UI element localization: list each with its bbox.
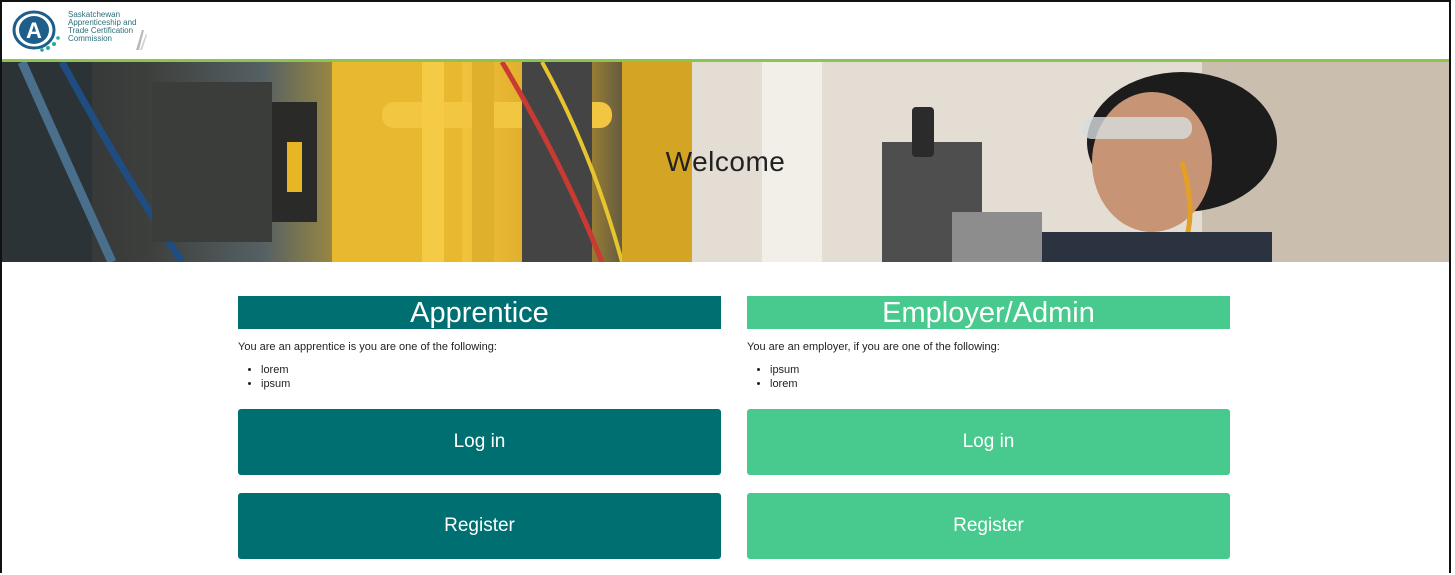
employer-login-button[interactable]: Log in <box>747 409 1230 475</box>
apprentice-criteria-list: lorem ipsum <box>238 363 721 391</box>
employer-card: Employer/Admin You are an employer, if y… <box>747 296 1230 559</box>
apprentice-title: Apprentice <box>238 296 721 329</box>
page-frame: A Saskatchewan Apprenticeship and Trade … <box>0 0 1451 573</box>
apprentice-card: Apprentice You are an apprentice is you … <box>238 296 721 559</box>
logo-emblem-icon: A <box>12 10 60 52</box>
list-item: ipsum <box>261 377 721 391</box>
list-item: ipsum <box>770 363 1230 377</box>
apprentice-login-button[interactable]: Log in <box>238 409 721 475</box>
employer-description: You are an employer, if you are one of t… <box>747 341 1000 353</box>
site-header: A Saskatchewan Apprenticeship and Trade … <box>2 2 1449 62</box>
wheat-leaf-icon <box>136 30 147 50</box>
satcc-logo[interactable]: A Saskatchewan Apprenticeship and Trade … <box>12 8 148 52</box>
employer-register-button[interactable]: Register <box>747 493 1230 559</box>
logo-letter: A <box>26 18 42 43</box>
apprentice-description: You are an apprentice is you are one of … <box>238 341 497 353</box>
list-item: lorem <box>770 377 1230 391</box>
employer-criteria-list: ipsum lorem <box>747 363 1230 391</box>
employer-title: Employer/Admin <box>747 296 1230 329</box>
hero-banner: Welcome <box>2 62 1449 262</box>
list-item: lorem <box>261 363 721 377</box>
welcome-heading: Welcome <box>665 146 786 177</box>
apprentice-register-button[interactable]: Register <box>238 493 721 559</box>
